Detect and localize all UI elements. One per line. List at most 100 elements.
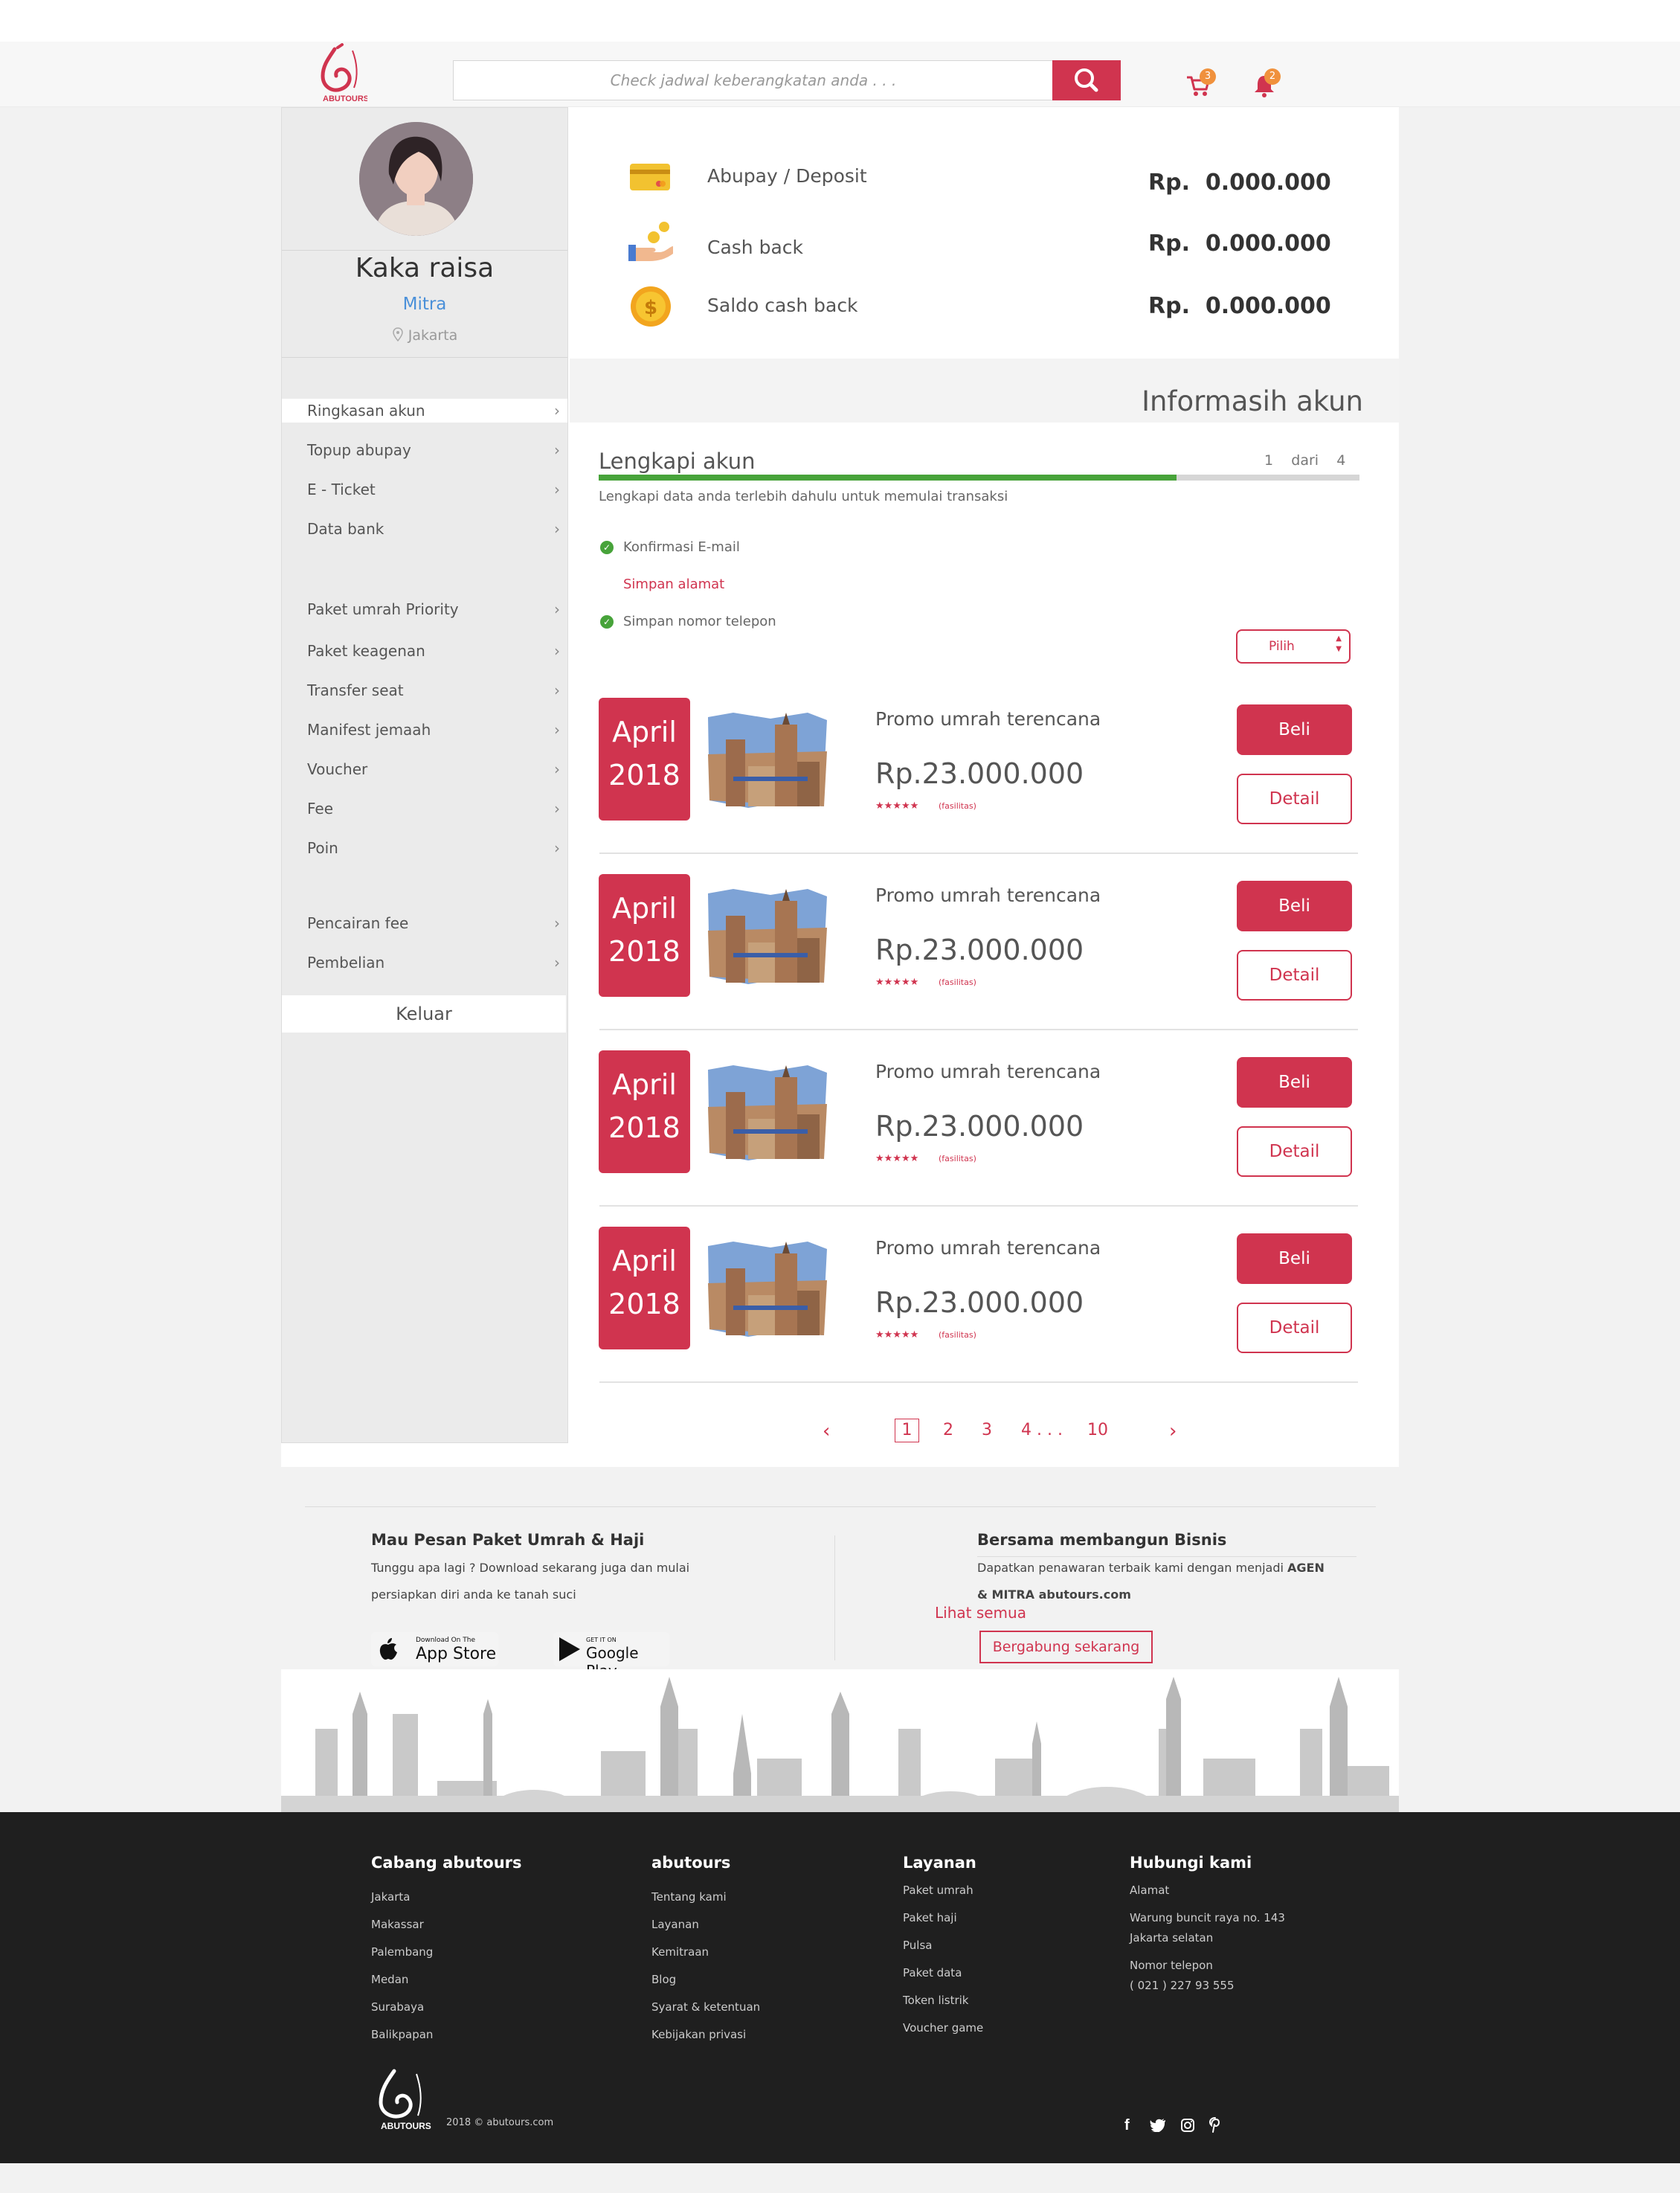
menu-paket-keagenan[interactable]: Paket keagenan › xyxy=(282,639,567,663)
footer-link[interactable]: Medan xyxy=(371,1973,408,1986)
page-4[interactable]: 4 . . . xyxy=(1021,1421,1063,1439)
facilities-link[interactable]: (fasilitas) xyxy=(939,977,976,987)
chevron-right-icon: › xyxy=(554,481,560,498)
date-year: 2018 xyxy=(608,759,680,792)
package-title[interactable]: Promo umrah terencana xyxy=(875,1237,1101,1259)
detail-button[interactable]: Detail xyxy=(1237,774,1352,824)
search-input[interactable]: Check jadwal keberangkatan anda . . . xyxy=(453,60,1054,100)
menu-label: Ringkasan akun xyxy=(307,402,425,420)
balance-saldo-value: Rp. 0.000.000 xyxy=(1148,293,1331,319)
footer-link[interactable]: Kemitraan xyxy=(651,1945,709,1959)
rating-stars: ★★★★★ xyxy=(875,800,919,812)
detail-button[interactable]: Detail xyxy=(1237,1126,1352,1177)
footer-link[interactable]: Paket umrah xyxy=(903,1884,973,1897)
instagram-icon[interactable] xyxy=(1181,2119,1194,2135)
menu-label: Fee xyxy=(307,800,334,818)
footer-link[interactable]: Token listrik xyxy=(903,1994,969,2007)
google-play-button[interactable]: GET IT ON Google Play xyxy=(553,1632,669,1680)
abutours-logo[interactable]: ABUTOURS xyxy=(312,43,369,104)
apple-icon xyxy=(379,1637,398,1663)
footer-link[interactable]: Makassar xyxy=(371,1918,424,1931)
card-icon xyxy=(629,163,671,191)
download-text-1: Tunggu apa lagi ? Download sekarang juga… xyxy=(371,1561,690,1575)
menu-label: E - Ticket xyxy=(307,481,376,498)
package-title[interactable]: Promo umrah terencana xyxy=(875,708,1101,730)
next-page-icon[interactable]: › xyxy=(1169,1420,1177,1442)
menu-fee[interactable]: Fee › xyxy=(282,797,567,821)
footer-link[interactable]: Balikpapan xyxy=(371,2028,433,2041)
footer-col-title: Layanan xyxy=(903,1854,976,1872)
page-10[interactable]: 10 xyxy=(1087,1421,1108,1439)
footer-link[interactable]: Paket haji xyxy=(903,1911,957,1924)
menu-paket-umrah-priority[interactable]: Paket umrah Priority › xyxy=(282,597,567,621)
menu-ringkasan-akun[interactable]: Ringkasan akun › xyxy=(282,399,567,423)
buy-button[interactable]: Beli xyxy=(1237,1233,1352,1284)
menu-topup-abupay[interactable]: Topup abupay › xyxy=(282,438,567,462)
chevron-right-icon: › xyxy=(554,839,560,857)
step-simpan-alamat[interactable]: Simpan alamat xyxy=(623,577,724,592)
chevron-right-icon: › xyxy=(554,642,560,660)
step-konfirmasi-email[interactable]: Konfirmasi E-mail xyxy=(623,539,740,555)
footer-link[interactable]: Blog xyxy=(651,1973,676,1986)
date-badge: April 2018 xyxy=(599,698,690,821)
join-button[interactable]: Bergabung sekarang xyxy=(979,1631,1153,1663)
facilities-link[interactable]: (fasilitas) xyxy=(939,1330,976,1340)
buy-button[interactable]: Beli xyxy=(1237,704,1352,755)
menu-label: Transfer seat xyxy=(307,681,404,699)
menu-manifest-jemaah[interactable]: Manifest jemaah › xyxy=(282,718,567,742)
package-image[interactable] xyxy=(704,1239,831,1340)
app-store-button[interactable]: Download On The App Store xyxy=(371,1632,498,1666)
page-1[interactable]: 1 xyxy=(895,1419,919,1442)
package-image[interactable] xyxy=(704,886,831,987)
lihat-semua-link[interactable]: Lihat semua xyxy=(935,1604,1026,1622)
menu-data-bank[interactable]: Data bank › xyxy=(282,517,567,541)
package-title[interactable]: Promo umrah terencana xyxy=(875,1061,1101,1082)
page-2[interactable]: 2 xyxy=(943,1421,953,1439)
package-image[interactable] xyxy=(704,710,831,811)
buy-button[interactable]: Beli xyxy=(1237,1057,1352,1108)
step-simpan-telepon[interactable]: Simpan nomor telepon xyxy=(623,614,776,629)
menu-e-ticket[interactable]: E - Ticket › xyxy=(282,478,567,501)
detail-button[interactable]: Detail xyxy=(1237,950,1352,1001)
buy-button[interactable]: Beli xyxy=(1237,881,1352,931)
facilities-link[interactable]: (fasilitas) xyxy=(939,1154,976,1163)
pinterest-icon[interactable] xyxy=(1208,2117,1221,2136)
footer-link[interactable]: Palembang xyxy=(371,1945,433,1959)
menu-label: Pencairan fee xyxy=(307,914,409,932)
footer xyxy=(0,1812,1680,2163)
footer-link[interactable]: Tentang kami xyxy=(651,1890,727,1904)
menu-pembelian[interactable]: Pembelian › xyxy=(282,951,567,975)
menu-pencairan-fee[interactable]: Pencairan fee › xyxy=(282,911,567,935)
menu-label: Data bank xyxy=(307,520,384,538)
menu-voucher[interactable]: Voucher › xyxy=(282,757,567,781)
footer-link[interactable]: Paket data xyxy=(903,1966,962,1980)
abutours-logo-footer[interactable]: ABUTOURS xyxy=(367,2067,434,2132)
prev-page-icon[interactable]: ‹ xyxy=(823,1420,830,1442)
detail-button[interactable]: Detail xyxy=(1237,1303,1352,1353)
menu-poin[interactable]: Poin › xyxy=(282,836,567,860)
chevron-right-icon: › xyxy=(554,441,560,459)
package-image[interactable] xyxy=(704,1062,831,1163)
facebook-icon[interactable]: f xyxy=(1124,2117,1130,2134)
footer-link[interactable]: Voucher game xyxy=(903,2021,983,2035)
footer-link[interactable]: Syarat & ketentuan xyxy=(651,2000,760,2014)
footer-link[interactable]: Kebijakan privasi xyxy=(651,2028,746,2041)
twitter-icon[interactable] xyxy=(1150,2119,1166,2135)
date-year: 2018 xyxy=(608,1288,680,1320)
footer-link[interactable]: Surabaya xyxy=(371,2000,424,2014)
address-line-1: Warung buncit raya no. 143 xyxy=(1130,1911,1285,1924)
footer-link[interactable]: Jakarta xyxy=(371,1890,410,1904)
menu-transfer-seat[interactable]: Transfer seat › xyxy=(282,678,567,702)
filter-select[interactable]: Pilih ▲ ▼ xyxy=(1236,629,1351,664)
search-button[interactable] xyxy=(1052,60,1121,100)
balance-abupay-label: Abupay / Deposit xyxy=(707,165,867,187)
page-3[interactable]: 3 xyxy=(982,1421,992,1439)
avatar[interactable] xyxy=(359,122,473,236)
footer-link[interactable]: Pulsa xyxy=(903,1939,932,1952)
menu-label: Poin xyxy=(307,839,338,857)
facilities-link[interactable]: (fasilitas) xyxy=(939,801,976,811)
footer-link[interactable]: Layanan xyxy=(651,1918,699,1931)
package-title[interactable]: Promo umrah terencana xyxy=(875,884,1101,906)
logout-button[interactable]: Keluar xyxy=(282,995,566,1033)
divider xyxy=(305,1506,1376,1507)
